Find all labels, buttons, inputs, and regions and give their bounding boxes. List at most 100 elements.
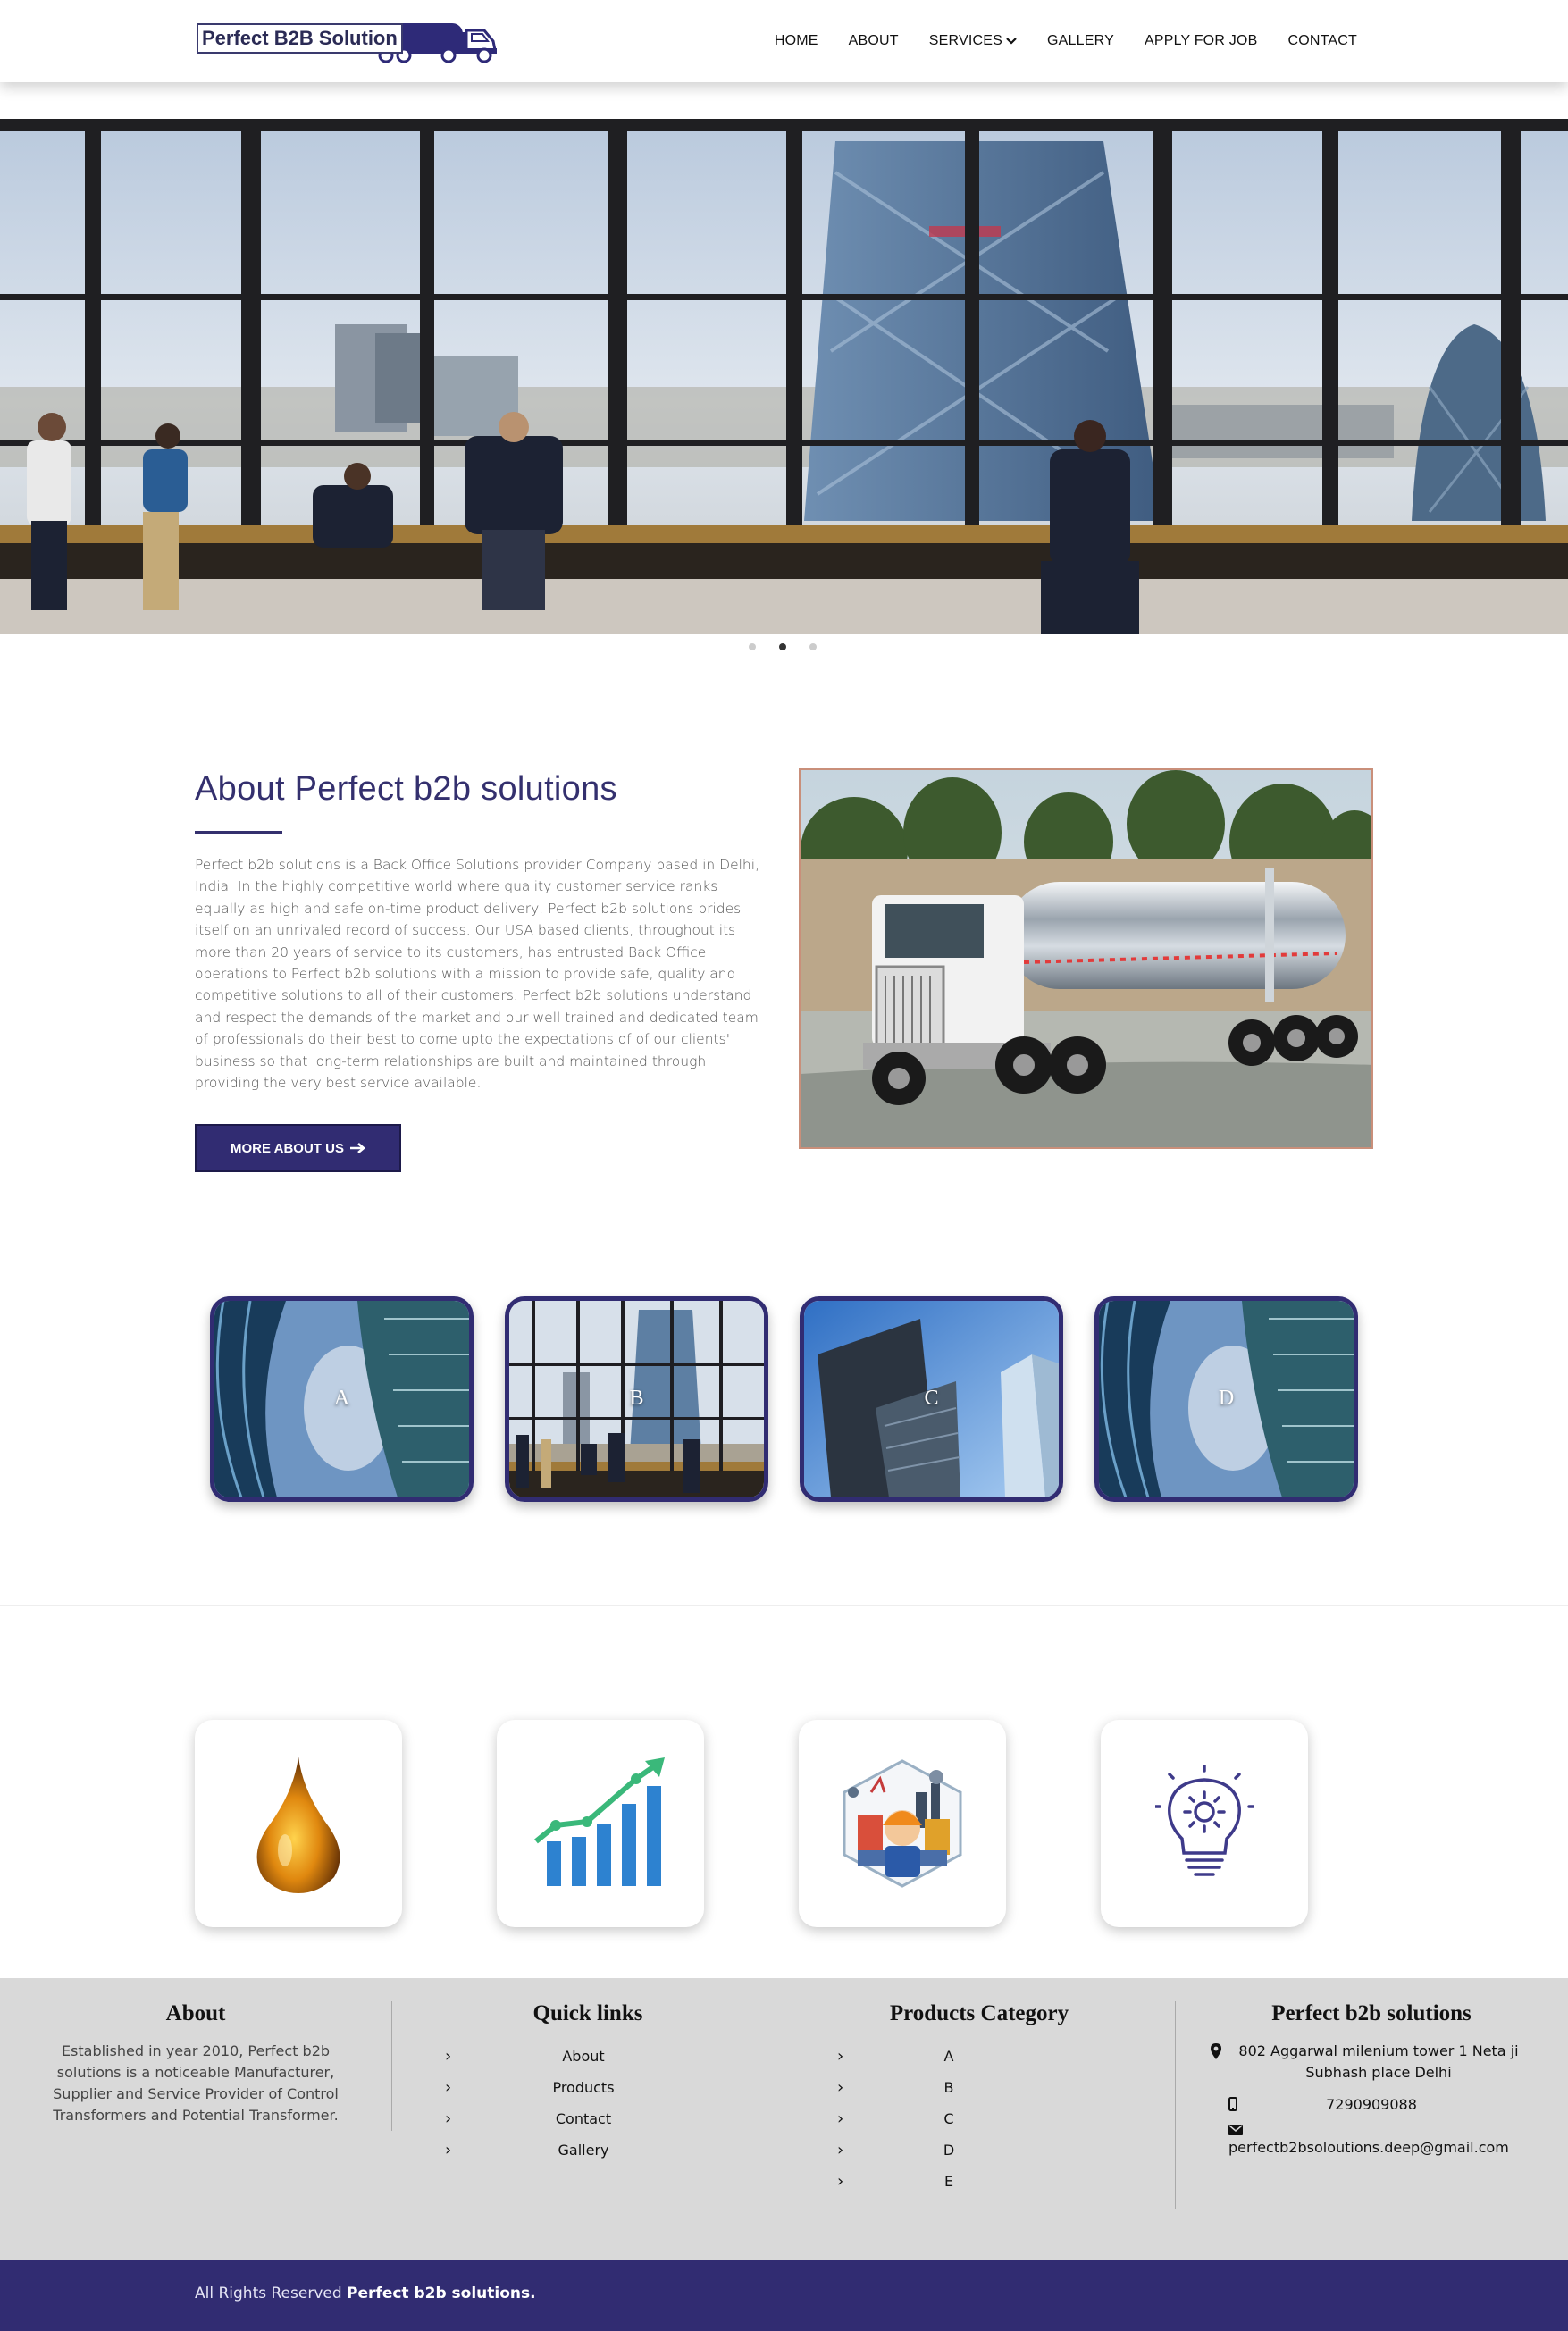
logo-text: Perfect B2B Solution <box>197 23 403 54</box>
category-card-b[interactable]: B <box>505 1296 768 1502</box>
footer-products-category: Products Category › A › B › C › D › E <box>784 2001 1175 2197</box>
section-divider <box>0 1605 1568 1606</box>
copyright-bar: All Rights Reserved Perfect b2b solution… <box>0 2260 1568 2331</box>
chevron-right-icon: › <box>837 2047 844 2066</box>
footer-product-a[interactable]: › A <box>784 2041 1175 2072</box>
footer-link-about-label: About <box>562 2048 605 2065</box>
feature-card-industry[interactable] <box>799 1720 1006 1927</box>
arrow-right-icon <box>349 1143 365 1153</box>
tanker-truck-photo <box>799 768 1373 1149</box>
nav-services[interactable]: SERVICES <box>929 33 1017 49</box>
footer-company-title: Perfect b2b solutions <box>1271 2001 1472 2025</box>
about-title: About Perfect b2b solutions <box>195 770 617 808</box>
about-description: Perfect b2b solutions is a Back Office S… <box>195 857 759 1092</box>
chevron-right-icon: › <box>445 2047 452 2066</box>
footer-address: 802 Aggarwal milenium tower 1 Neta ji Su… <box>1202 2041 1541 2084</box>
footer-product-e-label: E <box>943 2173 954 2190</box>
nav-contact[interactable]: CONTACT <box>1287 33 1357 49</box>
footer-product-a-label: A <box>943 2048 954 2065</box>
footer-company: Perfect b2b solutions 802 Aggarwal milen… <box>1202 2001 1541 2159</box>
mobile-phone-icon <box>1228 2097 1237 2111</box>
copyright-brand: Perfect b2b solutions. <box>347 2285 536 2302</box>
category-card-d[interactable]: D <box>1094 1296 1358 1502</box>
footer-quick-links: Quick links › About › Products › Contact › G… <box>391 2001 784 2166</box>
about-title-underline <box>195 831 282 834</box>
footer-link-contact[interactable]: › Contact <box>391 2103 784 2134</box>
footer-product-e[interactable]: › E <box>784 2166 1175 2197</box>
footer-product-d[interactable]: › D <box>784 2134 1175 2166</box>
copyright-text: All Rights Reserved Perfect b2b solution… <box>195 2285 536 2302</box>
footer-link-gallery-label: Gallery <box>558 2142 609 2159</box>
slider-dot-1[interactable] <box>749 643 756 650</box>
footer-link-products[interactable]: › Products <box>391 2072 784 2103</box>
nav-contact-label: CONTACT <box>1287 33 1357 48</box>
site-logo[interactable]: Perfect B2B Solution <box>195 20 506 64</box>
chevron-right-icon: › <box>837 2141 844 2159</box>
nav-about[interactable]: ABOUT <box>849 33 899 49</box>
oil-drop-icon <box>256 1757 340 1893</box>
more-about-us-label: MORE ABOUT US <box>231 1140 344 1156</box>
nav-gallery[interactable]: GALLERY <box>1047 33 1114 49</box>
industry-worker-icon <box>843 1759 962 1888</box>
nav-about-label: ABOUT <box>848 33 899 48</box>
chevron-right-icon: › <box>837 2172 844 2191</box>
feature-icons <box>195 1720 1308 1927</box>
footer-divider-3 <box>1175 2001 1176 2209</box>
nav-home-label: HOME <box>774 33 818 48</box>
category-card-a[interactable]: A <box>210 1296 474 1502</box>
nav-apply-label: APPLY FOR JOB <box>1144 33 1258 48</box>
chevron-right-icon: › <box>445 2109 452 2128</box>
footer-phone[interactable]: 7290909088 <box>1202 2094 1541 2116</box>
footer-address-text: 802 Aggarwal milenium tower 1 Neta ji Su… <box>1238 2042 1519 2081</box>
chevron-right-icon: › <box>837 2109 844 2128</box>
chevron-down-icon <box>1006 38 1017 45</box>
copyright-prefix: All Rights Reserved <box>195 2285 342 2302</box>
feature-card-oil[interactable] <box>195 1720 402 1927</box>
hero-slider[interactable] <box>0 119 1568 634</box>
hero-image-office-skyline <box>0 119 1568 634</box>
footer-quick-links-title: Quick links <box>532 2001 643 2025</box>
category-c-label: C <box>924 1387 939 1410</box>
idea-bulb-gear-icon <box>1155 1765 1254 1876</box>
footer-products-title: Products Category <box>889 2001 1069 2025</box>
site-header: Perfect B2B Solution HOME ABOUT SERVICES… <box>0 0 1568 82</box>
footer-product-b[interactable]: › B <box>784 2072 1175 2103</box>
footer-product-d-label: D <box>943 2142 955 2159</box>
feature-card-growth[interactable] <box>497 1720 704 1927</box>
footer-link-products-label: Products <box>552 2079 615 2096</box>
chevron-right-icon: › <box>445 2078 452 2097</box>
nav-services-label: SERVICES <box>928 33 1003 48</box>
category-card-c[interactable]: C <box>800 1296 1063 1502</box>
footer-product-c-label: C <box>943 2110 954 2127</box>
site-footer: About Established in year 2010, Perfect … <box>0 1978 1568 2260</box>
footer-email-text: perfectb2bsoloutions.deep@gmail.com <box>1228 2139 1509 2156</box>
footer-product-b-label: B <box>943 2079 954 2096</box>
footer-about-text: Established in year 2010, Perfect b2b so… <box>53 2042 339 2124</box>
envelope-icon <box>1228 2125 1243 2135</box>
hero-slider-dots <box>749 643 817 650</box>
category-b-label: B <box>629 1387 644 1410</box>
main-nav: HOME ABOUT SERVICES GALLERY APPLY FOR JO… <box>775 0 1357 82</box>
category-cards: A B C D <box>210 1296 1358 1502</box>
nav-gallery-label: GALLERY <box>1047 33 1114 48</box>
category-d-label: D <box>1218 1387 1235 1410</box>
nav-apply-for-job[interactable]: APPLY FOR JOB <box>1145 33 1258 49</box>
category-a-label: A <box>333 1387 350 1410</box>
page: Perfect B2B Solution HOME ABOUT SERVICES… <box>0 0 1568 2331</box>
growth-chart-icon <box>534 1757 665 1886</box>
map-marker-icon <box>1211 2043 1221 2059</box>
nav-home[interactable]: HOME <box>775 33 818 49</box>
slider-dot-2[interactable] <box>779 643 786 650</box>
footer-about-title: About <box>165 2001 226 2025</box>
chevron-right-icon: › <box>837 2078 844 2097</box>
footer-product-c[interactable]: › C <box>784 2103 1175 2134</box>
footer-link-about[interactable]: › About <box>391 2041 784 2072</box>
feature-card-idea[interactable] <box>1101 1720 1308 1927</box>
footer-link-gallery[interactable]: › Gallery <box>391 2134 784 2166</box>
footer-about: About Established in year 2010, Perfect … <box>36 2001 356 2126</box>
footer-link-contact-label: Contact <box>555 2110 612 2127</box>
footer-phone-text: 7290909088 <box>1326 2096 1417 2113</box>
footer-email[interactable]: perfectb2bsoloutions.deep@gmail.com <box>1202 2125 1541 2159</box>
more-about-us-button[interactable]: MORE ABOUT US <box>195 1124 401 1172</box>
slider-dot-3[interactable] <box>809 643 817 650</box>
